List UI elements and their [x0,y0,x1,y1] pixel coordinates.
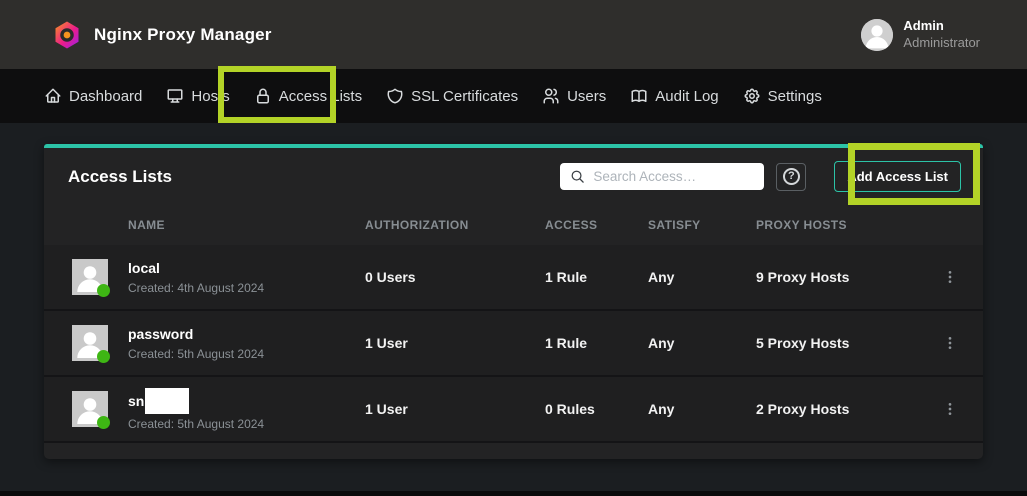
proxy-hosts-cell: 9 Proxy Hosts [756,269,924,285]
nav-item-users[interactable]: Users [542,87,606,105]
row-avatar-wrap [72,391,108,427]
column-header-proxy-hosts: PROXY HOSTS [756,218,924,232]
row-menu-button[interactable] [924,401,958,417]
users-icon [542,87,560,105]
row-avatar-wrap [72,325,108,361]
nav-item-ssl-certificates[interactable]: SSL Certificates [386,87,518,105]
nav-label: Access Lists [279,88,362,105]
app-logo-wrap: Nginx Proxy Manager [52,20,272,50]
table-row[interactable]: password Created: 5th August 2024 1 User… [44,311,983,377]
header-user-menu[interactable]: Admin Administrator [861,18,980,51]
add-access-list-button[interactable]: Add Access List [834,161,961,192]
authorization-cell: 1 User [365,401,545,417]
kebab-menu-icon [942,401,958,417]
created-date: Created: 5th August 2024 [128,347,365,361]
name-cell: sn Created: 5th August 2024 [128,388,365,431]
access-list-name-text: sn [128,393,144,409]
table-row[interactable]: sn Created: 5th August 2024 1 User 0 Rul… [44,377,983,443]
nav-item-settings[interactable]: Settings [743,87,822,105]
column-header-satisfy: SATISFY [648,218,756,232]
nav-label: Users [567,88,606,105]
panel-title: Access Lists [68,167,172,187]
monitor-icon [166,87,184,105]
nav-label: SSL Certificates [411,88,518,105]
nav-label: Hosts [191,88,229,105]
authorization-cell: 0 Users [365,269,545,285]
redaction-box [145,388,189,414]
nav-item-access-lists[interactable]: Access Lists [254,87,362,105]
column-header-name: NAME [128,218,365,232]
search-icon [570,169,585,184]
access-list-name: password [128,325,365,343]
lock-icon [254,87,272,105]
bottom-edge-strip [0,491,1027,496]
help-button[interactable]: ? [776,163,806,191]
nav-item-dashboard[interactable]: Dashboard [44,87,142,105]
nav-label: Audit Log [655,88,718,105]
user-role: Administrator [903,35,980,51]
main-nav: Dashboard Hosts Access Lists SSL Certifi… [0,69,1027,123]
nav-label: Settings [768,88,822,105]
status-online-dot [97,416,110,429]
created-date: Created: 4th August 2024 [128,281,365,295]
status-online-dot [97,284,110,297]
proxy-hosts-cell: 5 Proxy Hosts [756,335,924,351]
nav-item-hosts[interactable]: Hosts [166,87,229,105]
kebab-menu-icon [942,335,958,351]
app-title: Nginx Proxy Manager [94,25,272,45]
search-box[interactable] [560,163,764,190]
book-icon [630,87,648,105]
name-cell: local Created: 4th August 2024 [128,259,365,294]
column-header-authorization: AUTHORIZATION [365,218,545,232]
row-menu-button[interactable] [924,269,958,285]
user-avatar [861,19,893,51]
created-date: Created: 5th August 2024 [128,417,365,431]
access-lists-panel: Access Lists ? Add Access List NAME AUTH… [44,144,983,459]
user-name: Admin [903,18,980,34]
access-list-name: sn [128,388,365,414]
user-meta: Admin Administrator [903,18,980,51]
table-header: NAME AUTHORIZATION ACCESS SATISFY PROXY … [44,205,983,245]
row-avatar-wrap [72,259,108,295]
home-icon [44,87,62,105]
shield-icon [386,87,404,105]
proxy-hosts-cell: 2 Proxy Hosts [756,401,924,417]
satisfy-cell: Any [648,401,756,417]
search-input[interactable] [593,169,754,184]
access-cell: 1 Rule [545,335,648,351]
table-row[interactable]: local Created: 4th August 2024 0 Users 1… [44,245,983,311]
access-cell: 1 Rule [545,269,648,285]
npm-logo-icon [52,20,82,50]
column-header-access: ACCESS [545,218,648,232]
access-list-name: local [128,259,365,277]
access-cell: 0 Rules [545,401,648,417]
name-cell: password Created: 5th August 2024 [128,325,365,360]
nav-item-audit-log[interactable]: Audit Log [630,87,718,105]
authorization-cell: 1 User [365,335,545,351]
row-menu-button[interactable] [924,335,958,351]
panel-header: Access Lists ? Add Access List [44,148,983,205]
satisfy-cell: Any [648,335,756,351]
satisfy-cell: Any [648,269,756,285]
app-header: Nginx Proxy Manager Admin Administrator [0,0,1027,69]
nav-label: Dashboard [69,88,142,105]
status-online-dot [97,350,110,363]
gear-icon [743,87,761,105]
help-icon: ? [783,168,800,185]
kebab-menu-icon [942,269,958,285]
